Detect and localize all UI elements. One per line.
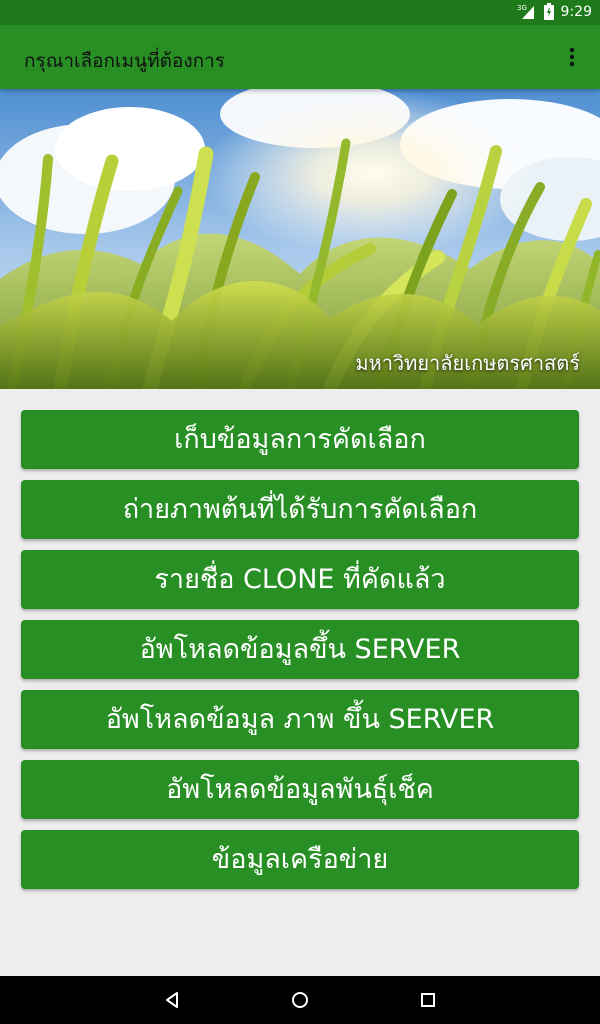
hero-caption: มหาวิทยาลัยเกษตรศาสตร์	[355, 351, 580, 375]
selected-clone-list-button[interactable]: รายชื่อ CLONE ที่คัดแล้ว	[21, 550, 579, 609]
more-vert-icon[interactable]	[558, 43, 586, 71]
status-icons: 3G 9:29	[517, 3, 592, 21]
upload-data-server-button[interactable]: อัพโหลดข้อมูลขึ้น SERVER	[21, 620, 579, 679]
hero-image: มหาวิทยาลัยเกษตรศาสตร์	[0, 89, 600, 389]
collect-selection-data-button[interactable]: เก็บข้อมูลการคัดเลือก	[21, 410, 579, 469]
signal-icon: 3G	[517, 4, 534, 19]
android-navigation-bar	[0, 976, 600, 1024]
android-screen: 3G 9:29 กรุณาเลือกเมนูที่ต้องการ มหาวิทย…	[0, 0, 600, 1024]
grass-sky-illustration	[0, 89, 600, 389]
photograph-selected-plant-button[interactable]: ถ่ายภาพต้นที่ได้รับการคัดเลือก	[21, 480, 579, 539]
home-icon[interactable]	[286, 986, 314, 1014]
clock: 9:29	[560, 4, 592, 20]
app-bar: กรุณาเลือกเมนูที่ต้องการ	[0, 25, 600, 89]
network-type: 3G	[517, 4, 527, 12]
recents-icon[interactable]	[414, 986, 442, 1014]
battery-icon	[543, 3, 554, 20]
back-icon[interactable]	[158, 986, 186, 1014]
app-title: กรุณาเลือกเมนูที่ต้องการ	[24, 50, 225, 72]
upload-image-server-button[interactable]: อัพโหลดข้อมูล ภาพ ขึ้น SERVER	[21, 690, 579, 749]
upload-check-variety-data-button[interactable]: อัพโหลดข้อมูลพันธุ์เช็ค	[21, 760, 579, 819]
status-bar: 3G 9:29	[0, 0, 600, 25]
network-data-button[interactable]: ข้อมูลเครือข่าย	[21, 830, 579, 889]
main-menu: เก็บข้อมูลการคัดเลือก ถ่ายภาพต้นที่ได้รั…	[21, 410, 579, 900]
